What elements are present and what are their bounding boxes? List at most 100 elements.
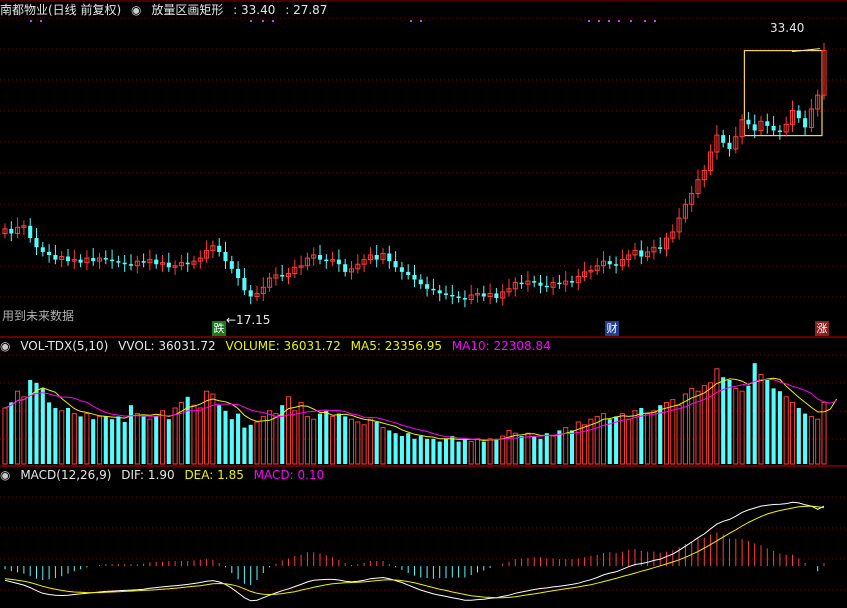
high-price-label: 33.40 — [770, 21, 805, 35]
candle-body-down — [9, 228, 14, 234]
macd-indicator-name[interactable]: MACD(12,26,9) — [20, 468, 111, 482]
candle-body-down — [223, 251, 228, 262]
volume-bar-down — [569, 430, 575, 464]
chart-background — [0, 0, 847, 608]
candle-body-down — [141, 261, 146, 263]
candle-body-down — [116, 261, 121, 263]
signal-dot — [598, 20, 600, 22]
badge-zhang[interactable]: 涨 — [815, 321, 829, 336]
candle-body-down — [242, 278, 247, 291]
candle-body-down — [765, 121, 770, 126]
low-price-label: ←17.15 — [226, 313, 271, 327]
candle-body-down — [34, 238, 39, 248]
volume-bar-down — [324, 410, 329, 464]
signal-dot — [588, 20, 590, 22]
dropdown-icon[interactable]: ◉ — [131, 3, 141, 17]
candle-body-down — [78, 259, 83, 263]
price-header: 南都物业(日线 前复权) ◉ 放量区画矩形 : 33.40 : 27.87 — [0, 2, 333, 18]
volume-bar-down — [65, 408, 71, 464]
candle-body-down — [796, 110, 801, 119]
candle-body-down — [324, 259, 329, 262]
volume-bar-down — [771, 388, 776, 464]
candle-body-down — [607, 261, 612, 265]
dea-value: DEA: 1.85 — [184, 468, 244, 482]
candle-body-down — [481, 293, 486, 297]
candle-body-down — [519, 282, 524, 285]
future-data-warning: 用到未来数据 — [2, 309, 75, 323]
volume-bar-down — [217, 405, 222, 464]
candle-body-down — [154, 259, 159, 265]
macd-header: ◉ MACD(12,26,9) DIF: 1.90 DEA: 1.85 MACD… — [0, 467, 330, 483]
candle-body-down — [185, 262, 190, 265]
candle-body-down — [425, 284, 430, 289]
volume-bar-down — [431, 438, 436, 464]
candle-body-down — [406, 271, 411, 275]
badge-die[interactable]: 跌 — [212, 321, 226, 336]
signal-dot — [262, 20, 264, 22]
candle-body-down — [443, 293, 449, 295]
candle-body-down — [229, 261, 234, 269]
volume-dropdown-icon[interactable]: ◉ — [0, 339, 10, 353]
candle-body-down — [803, 118, 808, 128]
volume-bar-down — [28, 380, 33, 464]
volume-bar-down — [110, 419, 115, 464]
volume-bar-down — [481, 441, 486, 464]
candle-body-down — [450, 294, 455, 297]
volume-bar-down — [607, 419, 612, 464]
candle-body-down — [494, 293, 499, 299]
candle-body-down — [128, 264, 134, 266]
signal-dot — [608, 20, 610, 22]
stock-title[interactable]: 南都物业(日线 前复权) — [0, 3, 121, 17]
indicator-value2: : 27.87 — [285, 3, 328, 17]
volume-bar-down — [450, 436, 455, 464]
volume-indicator-name[interactable]: VOL-TDX(5,10) — [20, 339, 108, 353]
signal-dot — [410, 20, 412, 22]
candle-body-down — [91, 258, 96, 262]
candle-body-down — [217, 245, 222, 252]
candle-body-down — [236, 268, 241, 279]
candle-body-down — [317, 254, 323, 260]
volume-bar-down — [406, 433, 411, 464]
signal-dot — [272, 20, 274, 22]
volume-bar-down — [166, 419, 171, 464]
volume-bar-down — [91, 419, 96, 464]
candle-body-down — [456, 296, 461, 299]
candle-body-down — [336, 259, 341, 265]
volume-bar-down — [141, 416, 146, 464]
volume-bar-down — [236, 413, 241, 464]
indicator-name[interactable]: 放量区画矩形 — [151, 3, 223, 17]
volume-bar-down — [128, 405, 134, 464]
signal-dot — [644, 20, 646, 22]
macd-dropdown-icon[interactable]: ◉ — [0, 468, 10, 482]
candle-body-down — [557, 282, 562, 285]
candle-body-down — [53, 254, 58, 260]
vvol-value: VVOL: 36031.72 — [118, 339, 216, 353]
ma10-value: MA10: 22308.84 — [451, 339, 551, 353]
volume-header: ◉ VOL-TDX(5,10) VVOL: 36031.72 VOLUME: 3… — [0, 338, 557, 354]
candle-body-down — [532, 281, 537, 283]
candle-body-down — [280, 274, 285, 277]
signal-dot — [30, 20, 32, 22]
volume-bar-down — [248, 424, 253, 464]
signal-dot — [654, 20, 656, 22]
macd-value: MACD: 0.10 — [253, 468, 325, 482]
volume-bar-down — [658, 405, 663, 464]
volume-bar-down — [765, 380, 770, 464]
candle-body-down — [437, 290, 442, 294]
candle-body-down — [771, 125, 776, 131]
candle-body-down — [746, 119, 751, 125]
signal-dot — [420, 20, 422, 22]
volume-bar-down — [462, 438, 467, 464]
candle-body-down — [248, 290, 253, 297]
candle-body-down — [569, 281, 575, 283]
stock-chart[interactable] — [0, 0, 847, 608]
volume-bar-down — [399, 436, 404, 464]
volume-bar-down — [418, 436, 423, 464]
badge-cai[interactable]: 财 — [605, 321, 619, 336]
candle-body-down — [399, 267, 404, 272]
volume-bar-down — [614, 416, 619, 464]
candle-body-down — [343, 264, 348, 272]
volume-bar-down — [752, 363, 757, 464]
volume-bar-down — [777, 391, 782, 464]
volume-bar-down — [374, 422, 379, 464]
